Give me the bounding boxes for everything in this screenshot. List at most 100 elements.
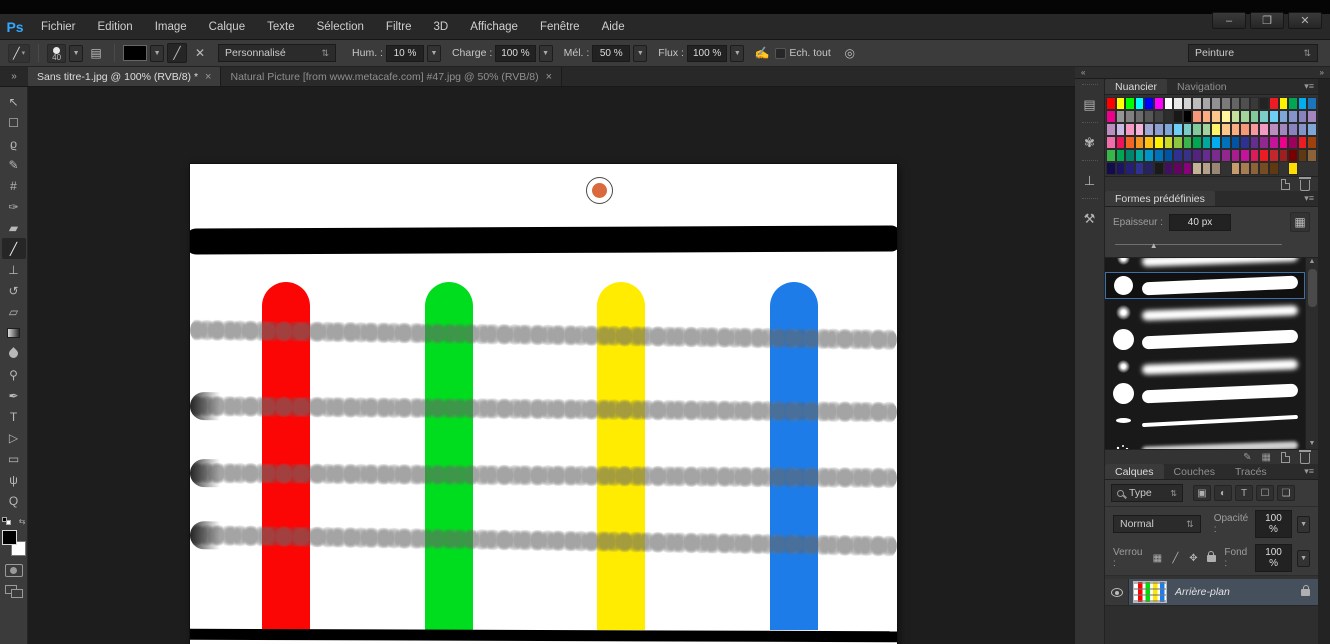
paint-color-well[interactable] bbox=[123, 45, 147, 61]
lock-all-icon[interactable] bbox=[1203, 551, 1219, 566]
swatch-r3-c5[interactable] bbox=[1144, 123, 1154, 136]
swatch-r2-c16[interactable] bbox=[1250, 110, 1260, 123]
swatch-r6-c10[interactable] bbox=[1192, 162, 1202, 175]
swatch-r6-c9[interactable] bbox=[1183, 162, 1193, 175]
thickness-slider[interactable]: ▲ bbox=[1115, 240, 1308, 250]
brush-preset-picker[interactable]: 40 bbox=[47, 44, 66, 63]
brush-tool[interactable]: ╱ bbox=[2, 238, 26, 259]
swatch-r2-c18[interactable] bbox=[1269, 110, 1279, 123]
swatch-r4-c12[interactable] bbox=[1211, 136, 1221, 149]
blur-tool[interactable] bbox=[2, 343, 26, 364]
swatch-r2-c10[interactable] bbox=[1192, 110, 1202, 123]
brush-preset-row-1[interactable] bbox=[1105, 257, 1305, 272]
shape-tool[interactable]: ▭ bbox=[2, 448, 26, 469]
swatch-r5-c5[interactable] bbox=[1144, 149, 1154, 162]
brush-preset-row-8[interactable] bbox=[1105, 434, 1305, 449]
swatch-r3-c9[interactable] bbox=[1183, 123, 1193, 136]
tool-preset-picker[interactable]: ╱ ▾ bbox=[8, 44, 30, 63]
swatch-r1-c2[interactable] bbox=[1116, 97, 1126, 110]
filter-type-layers-icon[interactable]: T bbox=[1235, 485, 1253, 501]
swatch-r6-c17[interactable] bbox=[1259, 162, 1269, 175]
document-tab-1[interactable]: Sans titre-1.jpg @ 100% (RVB/8) *× bbox=[28, 67, 221, 86]
load-brush-icon[interactable]: ╱ bbox=[167, 43, 187, 63]
swatch-r5-c8[interactable] bbox=[1173, 149, 1183, 162]
swatch-r4-c3[interactable] bbox=[1125, 136, 1135, 149]
swatch-r3-c7[interactable] bbox=[1164, 123, 1174, 136]
swatch-r6-c5[interactable] bbox=[1144, 162, 1154, 175]
swatch-r6-c4[interactable] bbox=[1135, 162, 1145, 175]
swatch-r6-c20[interactable] bbox=[1288, 162, 1298, 175]
pen-pressure-icon[interactable]: ◎ bbox=[840, 43, 860, 63]
swatch-r5-c12[interactable] bbox=[1211, 149, 1221, 162]
swatch-r3-c22[interactable] bbox=[1307, 123, 1317, 136]
type-tool[interactable]: T bbox=[2, 406, 26, 427]
menu-calque[interactable]: Calque bbox=[198, 14, 256, 39]
visibility-gutter[interactable] bbox=[1105, 579, 1129, 605]
layer-filter-type-select[interactable]: Type ⇅ bbox=[1111, 484, 1183, 502]
swatch-r1-c17[interactable] bbox=[1259, 97, 1269, 110]
swatch-r4-c19[interactable] bbox=[1279, 136, 1289, 149]
menu-edition[interactable]: Edition bbox=[87, 14, 144, 39]
swatch-r1-c14[interactable] bbox=[1231, 97, 1241, 110]
lock-transparency-icon[interactable]: ▦ bbox=[1149, 551, 1165, 566]
lock-pixels-icon[interactable]: ╱ bbox=[1167, 551, 1183, 566]
swatch-r1-c5[interactable] bbox=[1144, 97, 1154, 110]
quick-mask-button[interactable] bbox=[5, 564, 23, 577]
swatch-r6-c1[interactable] bbox=[1106, 162, 1116, 175]
minimize-button[interactable]: – bbox=[1212, 12, 1246, 29]
swatch-r2-c22[interactable] bbox=[1307, 110, 1317, 123]
brush-preset-row-4[interactable] bbox=[1105, 326, 1305, 353]
scroll-up-icon[interactable]: ▲ bbox=[1309, 258, 1316, 265]
swatch-r4-c18[interactable] bbox=[1269, 136, 1279, 149]
swatch-r1-c22[interactable] bbox=[1307, 97, 1317, 110]
swatch-r5-c19[interactable] bbox=[1279, 149, 1289, 162]
default-colors-icon[interactable] bbox=[2, 517, 11, 525]
quick-selection-tool[interactable]: ✎ bbox=[2, 154, 26, 175]
hand-tool[interactable]: ψ bbox=[2, 469, 26, 490]
filter-smart-objects-icon[interactable]: ❏ bbox=[1277, 485, 1295, 501]
swatch-r4-c13[interactable] bbox=[1221, 136, 1231, 149]
dodge-tool[interactable]: ⚲ bbox=[2, 364, 26, 385]
opacity-caret[interactable]: ▼ bbox=[1297, 516, 1310, 533]
preset-view-icon[interactable]: ▦ bbox=[1262, 452, 1271, 463]
slider-thumb-icon[interactable]: ▲ bbox=[1150, 241, 1158, 250]
brush-presets-panel-icon[interactable]: ✾ bbox=[1078, 131, 1102, 155]
swatch-r4-c11[interactable] bbox=[1202, 136, 1212, 149]
canvas[interactable] bbox=[190, 164, 897, 644]
swatch-r1-c19[interactable] bbox=[1279, 97, 1289, 110]
new-swatch-icon[interactable] bbox=[1281, 179, 1290, 190]
collapse-panels-icon[interactable]: « bbox=[1081, 68, 1085, 77]
fill-field[interactable]: 100 % bbox=[1255, 544, 1292, 572]
screen-mode-button[interactable] bbox=[5, 585, 23, 598]
swatch-r5-c22[interactable] bbox=[1307, 149, 1317, 162]
swatch-r6-c11[interactable] bbox=[1202, 162, 1212, 175]
field-value-mel[interactable]: 50 % bbox=[592, 45, 630, 62]
delete-brush-icon[interactable] bbox=[1300, 453, 1310, 464]
swatch-r1-c6[interactable] bbox=[1154, 97, 1164, 110]
brush-list-scrollbar[interactable]: ▲ ▼ bbox=[1305, 258, 1318, 449]
swatch-r2-c17[interactable] bbox=[1259, 110, 1269, 123]
swatch-r6-c12[interactable] bbox=[1211, 162, 1221, 175]
filter-adjustment-layers-icon[interactable]: ◐ bbox=[1214, 485, 1232, 501]
swatches-panel-menu-icon[interactable]: ▾≡ bbox=[1304, 81, 1314, 92]
swatch-r1-c9[interactable] bbox=[1183, 97, 1193, 110]
swatch-r4-c8[interactable] bbox=[1173, 136, 1183, 149]
swatch-r5-c21[interactable] bbox=[1298, 149, 1308, 162]
swatch-r3-c20[interactable] bbox=[1288, 123, 1298, 136]
swatch-r6-c2[interactable] bbox=[1116, 162, 1126, 175]
brush-preset-row-5[interactable] bbox=[1105, 353, 1305, 380]
swatch-r3-c4[interactable] bbox=[1135, 123, 1145, 136]
swatch-r3-c8[interactable] bbox=[1173, 123, 1183, 136]
brush-preset-row-7[interactable] bbox=[1105, 407, 1305, 434]
swatch-r5-c3[interactable] bbox=[1125, 149, 1135, 162]
swatch-r6-c3[interactable] bbox=[1125, 162, 1135, 175]
swatch-r4-c5[interactable] bbox=[1144, 136, 1154, 149]
swatch-r1-c4[interactable] bbox=[1135, 97, 1145, 110]
swatch-r1-c21[interactable] bbox=[1298, 97, 1308, 110]
clone-stamp-tool[interactable]: ⊥ bbox=[2, 259, 26, 280]
swatch-r4-c2[interactable] bbox=[1116, 136, 1126, 149]
menu-3d[interactable]: 3D bbox=[422, 14, 459, 39]
document-tab-2[interactable]: Natural Picture [from www.metacafe.com] … bbox=[221, 67, 562, 86]
swatch-r2-c11[interactable] bbox=[1202, 110, 1212, 123]
foreground-color-swatch[interactable] bbox=[2, 530, 17, 545]
